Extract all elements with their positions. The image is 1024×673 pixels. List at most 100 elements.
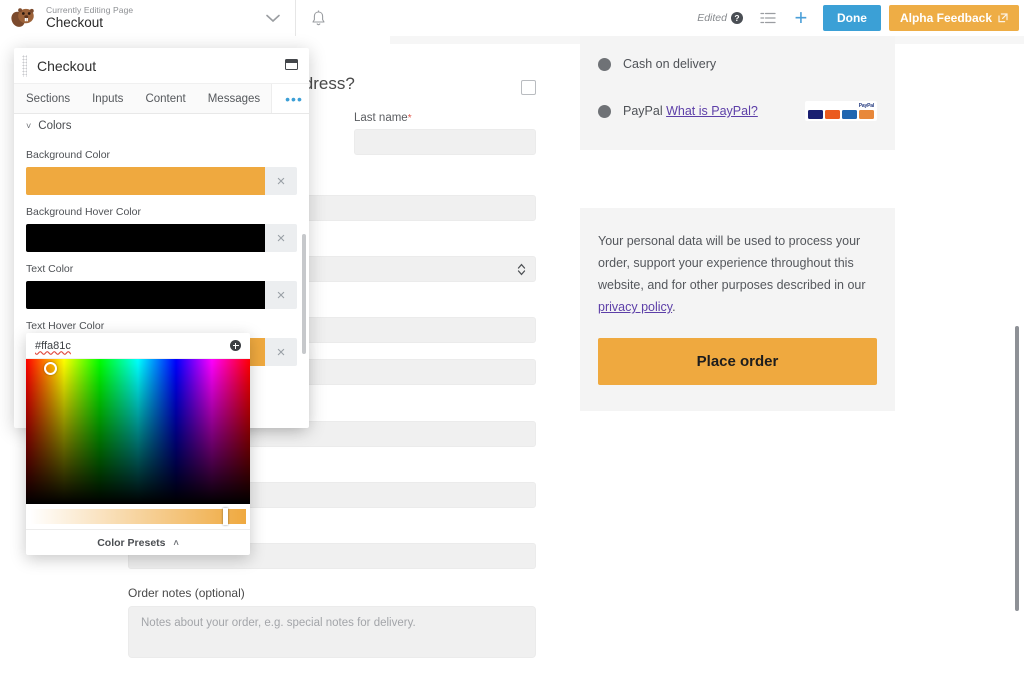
payment-methods-panel: Cash on delivery PayPal What is PayPal? … bbox=[580, 36, 895, 150]
saturation-handle[interactable] bbox=[44, 362, 57, 375]
alpha-slider-wrap bbox=[26, 504, 250, 529]
window-icon[interactable] bbox=[285, 59, 298, 70]
panel-header: Checkout bbox=[14, 48, 309, 84]
paypal-wordmark: PayPal bbox=[859, 103, 874, 109]
alpha-slider[interactable] bbox=[30, 509, 246, 524]
order-notes-label: Order notes (optional) bbox=[128, 586, 536, 600]
clear-color-button[interactable]: × bbox=[265, 338, 297, 366]
swatch-row: × bbox=[26, 281, 297, 309]
clear-color-button[interactable]: × bbox=[265, 281, 297, 309]
what-is-paypal-link[interactable]: What is PayPal? bbox=[666, 104, 758, 118]
chevron-down-icon bbox=[266, 14, 280, 23]
privacy-text-part2: . bbox=[672, 300, 675, 314]
last-name-group: Last name* bbox=[354, 112, 536, 155]
cards-logo-inner: PayPal bbox=[805, 101, 877, 121]
tab-sections[interactable]: Sections bbox=[14, 84, 81, 113]
privacy-notice: Your personal data will be used to proce… bbox=[598, 230, 877, 318]
bell-icon bbox=[311, 10, 326, 27]
page-scrollbar[interactable] bbox=[1015, 326, 1019, 611]
chevron-up-icon: ˄ bbox=[174, 538, 179, 548]
privacy-text-part1: Your personal data will be used to proce… bbox=[598, 234, 866, 292]
hex-input[interactable]: #ffa81c bbox=[35, 340, 71, 352]
plus-icon: + bbox=[795, 7, 808, 29]
colors-section-label: Colors bbox=[38, 120, 71, 132]
mastercard-icon bbox=[825, 110, 840, 119]
amex-icon bbox=[842, 110, 857, 119]
last-name-label: Last name* bbox=[354, 112, 536, 124]
payment-option-cod[interactable]: Cash on delivery bbox=[580, 50, 895, 78]
chevron-updown-icon bbox=[517, 263, 526, 276]
last-name-input[interactable] bbox=[354, 129, 536, 155]
alpha-feedback-label: Alpha Feedback bbox=[900, 11, 992, 25]
card-strip bbox=[808, 110, 874, 119]
payment-options-list: Cash on delivery PayPal What is PayPal? … bbox=[580, 36, 895, 150]
page-meta: Currently Editing Page Checkout bbox=[40, 6, 133, 30]
select-arrows-icon bbox=[517, 263, 526, 276]
tab-content[interactable]: Content bbox=[134, 84, 196, 113]
payment-option-label: PayPal What is PayPal? bbox=[623, 104, 758, 118]
tab-messages[interactable]: Messages bbox=[197, 84, 271, 113]
panel-scrollbar[interactable] bbox=[302, 234, 306, 354]
color-picker-popover: #ffa81c Color Presets ˄ bbox=[26, 333, 250, 555]
ship-to-different-address-checkbox[interactable] bbox=[521, 80, 536, 95]
field-label: Text Hover Color bbox=[26, 320, 297, 332]
add-module-button[interactable]: + bbox=[785, 0, 817, 36]
discover-icon bbox=[859, 110, 874, 119]
radio-icon[interactable] bbox=[598, 58, 611, 71]
page-dropdown-button[interactable] bbox=[251, 0, 295, 36]
field-label: Background Hover Color bbox=[26, 206, 297, 218]
outline-list-icon bbox=[760, 11, 777, 25]
paypal-cards-logo: PayPal bbox=[805, 101, 877, 121]
order-notes-textarea[interactable]: Notes about your order, e.g. special not… bbox=[128, 606, 536, 658]
required-mark: * bbox=[408, 113, 412, 124]
alpha-handle[interactable] bbox=[223, 508, 228, 525]
color-swatch[interactable] bbox=[26, 224, 265, 252]
beaver-builder-logo bbox=[0, 0, 40, 36]
place-order-button[interactable]: Place order bbox=[598, 338, 877, 385]
colors-section-header[interactable]: ˅ Colors bbox=[14, 114, 309, 138]
outline-button[interactable] bbox=[753, 0, 785, 36]
swatch-row: × bbox=[26, 224, 297, 252]
alpha-feedback-button[interactable]: Alpha Feedback bbox=[889, 5, 1019, 31]
done-button[interactable]: Done bbox=[823, 5, 881, 31]
payment-option-label: Cash on delivery bbox=[623, 57, 716, 71]
edited-label: Edited bbox=[697, 12, 727, 24]
notifications-button[interactable] bbox=[296, 0, 340, 36]
field-text-color: Text Color × bbox=[26, 263, 297, 309]
drag-handle-icon[interactable] bbox=[22, 55, 27, 77]
visa-icon bbox=[808, 110, 823, 119]
payment-option-paypal[interactable]: PayPal What is PayPal? PayPal bbox=[580, 94, 895, 128]
page-title: Checkout bbox=[46, 16, 133, 30]
top-toolbar: Currently Editing Page Checkout Edited ? bbox=[0, 0, 1024, 36]
field-label: Text Color bbox=[26, 263, 297, 275]
field-background-color: Background Color × bbox=[26, 149, 297, 195]
order-notes-group: Order notes (optional) Notes about your … bbox=[128, 586, 536, 658]
tab-more[interactable]: ••• bbox=[271, 84, 309, 113]
help-icon[interactable]: ? bbox=[731, 12, 743, 24]
external-link-icon bbox=[998, 13, 1008, 23]
editing-eyebrow: Currently Editing Page bbox=[46, 6, 133, 15]
swatch-row: × bbox=[26, 167, 297, 195]
app-root: Currently Editing Page Checkout Edited ? bbox=[0, 0, 1024, 673]
edited-status: Edited ? bbox=[697, 12, 753, 24]
privacy-policy-link[interactable]: privacy policy bbox=[598, 300, 672, 314]
add-color-icon[interactable] bbox=[230, 340, 241, 351]
color-swatch[interactable] bbox=[26, 167, 265, 195]
chevron-down-icon: ˅ bbox=[26, 121, 31, 131]
color-presets-label: Color Presets bbox=[97, 537, 165, 549]
panel-title: Checkout bbox=[37, 58, 96, 74]
field-background-hover-color: Background Hover Color × bbox=[26, 206, 297, 252]
clear-color-button[interactable]: × bbox=[265, 167, 297, 195]
saturation-brightness-area[interactable] bbox=[26, 359, 250, 504]
color-presets-toggle[interactable]: Color Presets ˄ bbox=[26, 529, 250, 555]
color-swatch[interactable] bbox=[26, 281, 265, 309]
tab-inputs[interactable]: Inputs bbox=[81, 84, 134, 113]
paypal-label: PayPal bbox=[623, 104, 663, 118]
last-name-text: Last name bbox=[354, 112, 408, 124]
panel-tabs: Sections Inputs Content Messages ••• bbox=[14, 84, 309, 114]
hex-input-row[interactable]: #ffa81c bbox=[26, 333, 250, 359]
clear-color-button[interactable]: × bbox=[265, 224, 297, 252]
radio-icon[interactable] bbox=[598, 105, 611, 118]
field-label: Background Color bbox=[26, 149, 297, 161]
privacy-and-order-block: Your personal data will be used to proce… bbox=[580, 208, 895, 411]
